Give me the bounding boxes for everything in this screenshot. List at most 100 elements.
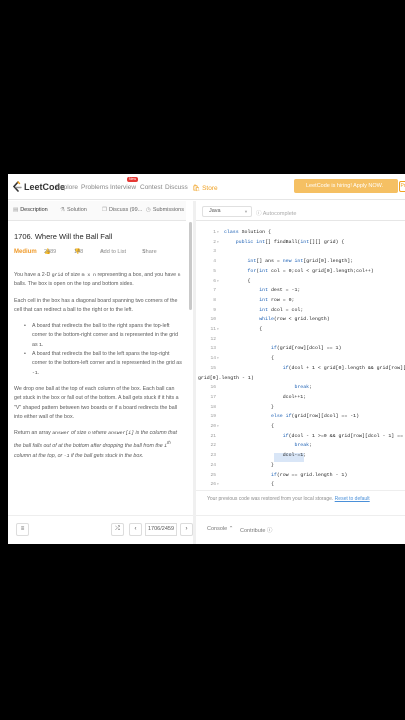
screen: LeetCode Explore Problems Interview New …	[0, 0, 405, 720]
hiring-promo-banner[interactable]: LeetCode is hiring! Apply NOW.	[294, 179, 398, 193]
line-number: 25	[210, 472, 216, 478]
tab-description-label: Description	[20, 207, 48, 213]
code-line: 5 for(int col = 0;col < grid[0].length;c…	[196, 267, 405, 277]
code-line: grid[0].length - 1)	[196, 374, 405, 384]
code-text: {	[224, 327, 263, 332]
nav-contest[interactable]: Contest	[140, 184, 162, 191]
code-line: 6 ▾ {	[196, 277, 405, 287]
line-number: 19	[210, 414, 216, 420]
fold-arrow-icon[interactable]: ▾	[217, 238, 219, 248]
line-number: 12	[210, 336, 216, 342]
tab-submissions[interactable]: ◷ Submissions	[146, 207, 184, 213]
line-number: 21	[210, 433, 216, 439]
code-line: 24 }	[196, 461, 405, 471]
keyword: int	[259, 307, 269, 313]
problem-list-button[interactable]: ≡	[16, 523, 29, 536]
line-number: 6	[213, 278, 216, 284]
fold-arrow-icon[interactable]: ▾	[217, 480, 219, 490]
nav-problems[interactable]: Problems	[81, 184, 108, 191]
nav-store[interactable]: 🛍 Store	[192, 184, 218, 192]
code-text: int[] ans = new int[grid[0].length];	[247, 259, 354, 265]
keyword: if	[285, 414, 292, 420]
line-number: 20	[210, 424, 216, 429]
fold-arrow-icon[interactable]: ▾	[217, 325, 219, 335]
chevron-left-icon: ‹	[134, 526, 137, 532]
dislikes-count: 148	[74, 249, 84, 255]
tab-solution[interactable]: ⚗ Solution	[60, 207, 87, 213]
tab-discuss-label: Discuss (99...	[108, 207, 143, 213]
fold-arrow-icon[interactable]: ▾	[217, 228, 219, 238]
code-line: 21 if(dcol - 1 >=0 && grid[row][dcol - 1…	[196, 432, 405, 442]
tab-submissions-label: Submissions	[152, 207, 184, 213]
code-line: 18 }	[196, 403, 405, 413]
flask-icon: ⚗	[60, 207, 65, 213]
code-line: 11 ▾ {	[196, 325, 405, 335]
new-badge: New	[127, 177, 139, 182]
leetcode-logo-icon	[12, 181, 22, 192]
code-text: dcol-=1;	[224, 453, 307, 459]
autocomplete-toggle[interactable]: ⓘ Autocomplete	[256, 209, 296, 217]
problem-panel: ▤ Description ⚗ Solution ❐ Discuss (99... ◷…	[8, 201, 193, 544]
code-text: if(row == grid.length - 1)	[270, 472, 348, 478]
desc-text: .	[41, 341, 44, 348]
problem-footer: ≡ ⤮ ‹ 1706/2459 ›	[8, 515, 193, 544]
editor-panel: Java ▼ ⓘ Autocomplete 1 ▾ class Solution {2…	[196, 201, 405, 544]
language-value: Java	[209, 208, 221, 214]
code-text: if(dcol - 1 >=0 && grid[row][dcol - 1] =…	[282, 433, 405, 439]
code-text: grid[0].length - 1)	[198, 375, 254, 381]
fold-arrow-icon[interactable]: ▾	[217, 354, 219, 364]
inline-code: answer[i]	[108, 431, 135, 437]
reset-to-default-link[interactable]: Reset to default	[335, 496, 370, 502]
code-text: break;	[294, 443, 313, 449]
document-icon: ▤	[13, 207, 19, 213]
desc-text: if the ball gets stuck in the box.	[69, 452, 144, 459]
fold-arrow-icon[interactable]: ▾	[217, 277, 219, 287]
fold-arrow-icon[interactable]: ▾	[217, 422, 219, 432]
premium-button[interactable]: Pr	[399, 181, 405, 192]
code-line: 25 if(row == grid.length - 1)	[196, 471, 405, 481]
code-editor[interactable]: 1 ▾ class Solution {2 ▾ public int[] findBa…	[196, 228, 405, 490]
code-line: 22 break;	[196, 441, 405, 451]
tab-discuss[interactable]: ❐ Discuss (99...	[102, 207, 142, 213]
code-text: for(int col = 0;col < grid[0].length;col…	[247, 268, 374, 274]
keyword: class	[224, 230, 239, 235]
random-problem-button[interactable]: ⤮	[111, 523, 124, 536]
problem-tabs: ▤ Description ⚗ Solution ❐ Discuss (99... ◷…	[8, 201, 186, 221]
comment-icon: ❐	[102, 207, 107, 213]
line-number: 9	[213, 307, 216, 313]
nav-discuss[interactable]: Discuss	[165, 184, 188, 191]
keyword: int	[259, 288, 269, 294]
line-number: 22	[210, 443, 216, 449]
contribute-button[interactable]: Contribute ⓘ	[240, 526, 272, 534]
line-number: 15	[210, 365, 216, 371]
likes-count: 2489	[44, 249, 57, 255]
keyword: break	[294, 443, 310, 449]
line-number: 24	[210, 462, 216, 468]
line-number: 1	[213, 230, 216, 235]
desc-list-item: A board that redirects the ball to the r…	[24, 322, 182, 350]
list-icon: ≡	[20, 526, 25, 532]
desc-text: Return an array	[14, 430, 53, 437]
code-text: else if(grid[row][dcol] == -1)	[270, 414, 360, 420]
leetcode-app: LeetCode Explore Problems Interview New …	[8, 174, 405, 544]
top-nav: LeetCode Explore Problems Interview New …	[8, 174, 405, 200]
nav-interview[interactable]: Interview	[110, 184, 136, 191]
keyword: if	[270, 346, 277, 352]
desc-text: A board that redirects the ball to the l…	[32, 351, 182, 367]
next-problem-button[interactable]: ›	[180, 523, 193, 536]
code-text: }	[224, 462, 274, 468]
clock-icon: ◷	[146, 207, 151, 213]
chevron-right-icon: ›	[185, 526, 188, 532]
description-scrollbar[interactable]	[189, 222, 192, 310]
tab-description[interactable]: ▤ Description	[13, 207, 48, 213]
prev-problem-button[interactable]: ‹	[129, 523, 142, 536]
code-text: }	[224, 404, 274, 410]
keyword: if	[282, 365, 289, 371]
editor-footer: Console ⌃ Contribute ⓘ	[196, 515, 405, 544]
desc-text: column at the top, or	[14, 452, 64, 459]
console-button[interactable]: Console ⌃	[207, 526, 233, 532]
language-select[interactable]: Java ▼	[202, 206, 252, 217]
code-text: if(dcol + 1 < grid[0].length && grid[row…	[282, 365, 405, 371]
nav-explore[interactable]: Explore	[56, 184, 78, 191]
keyword: if	[282, 433, 289, 439]
